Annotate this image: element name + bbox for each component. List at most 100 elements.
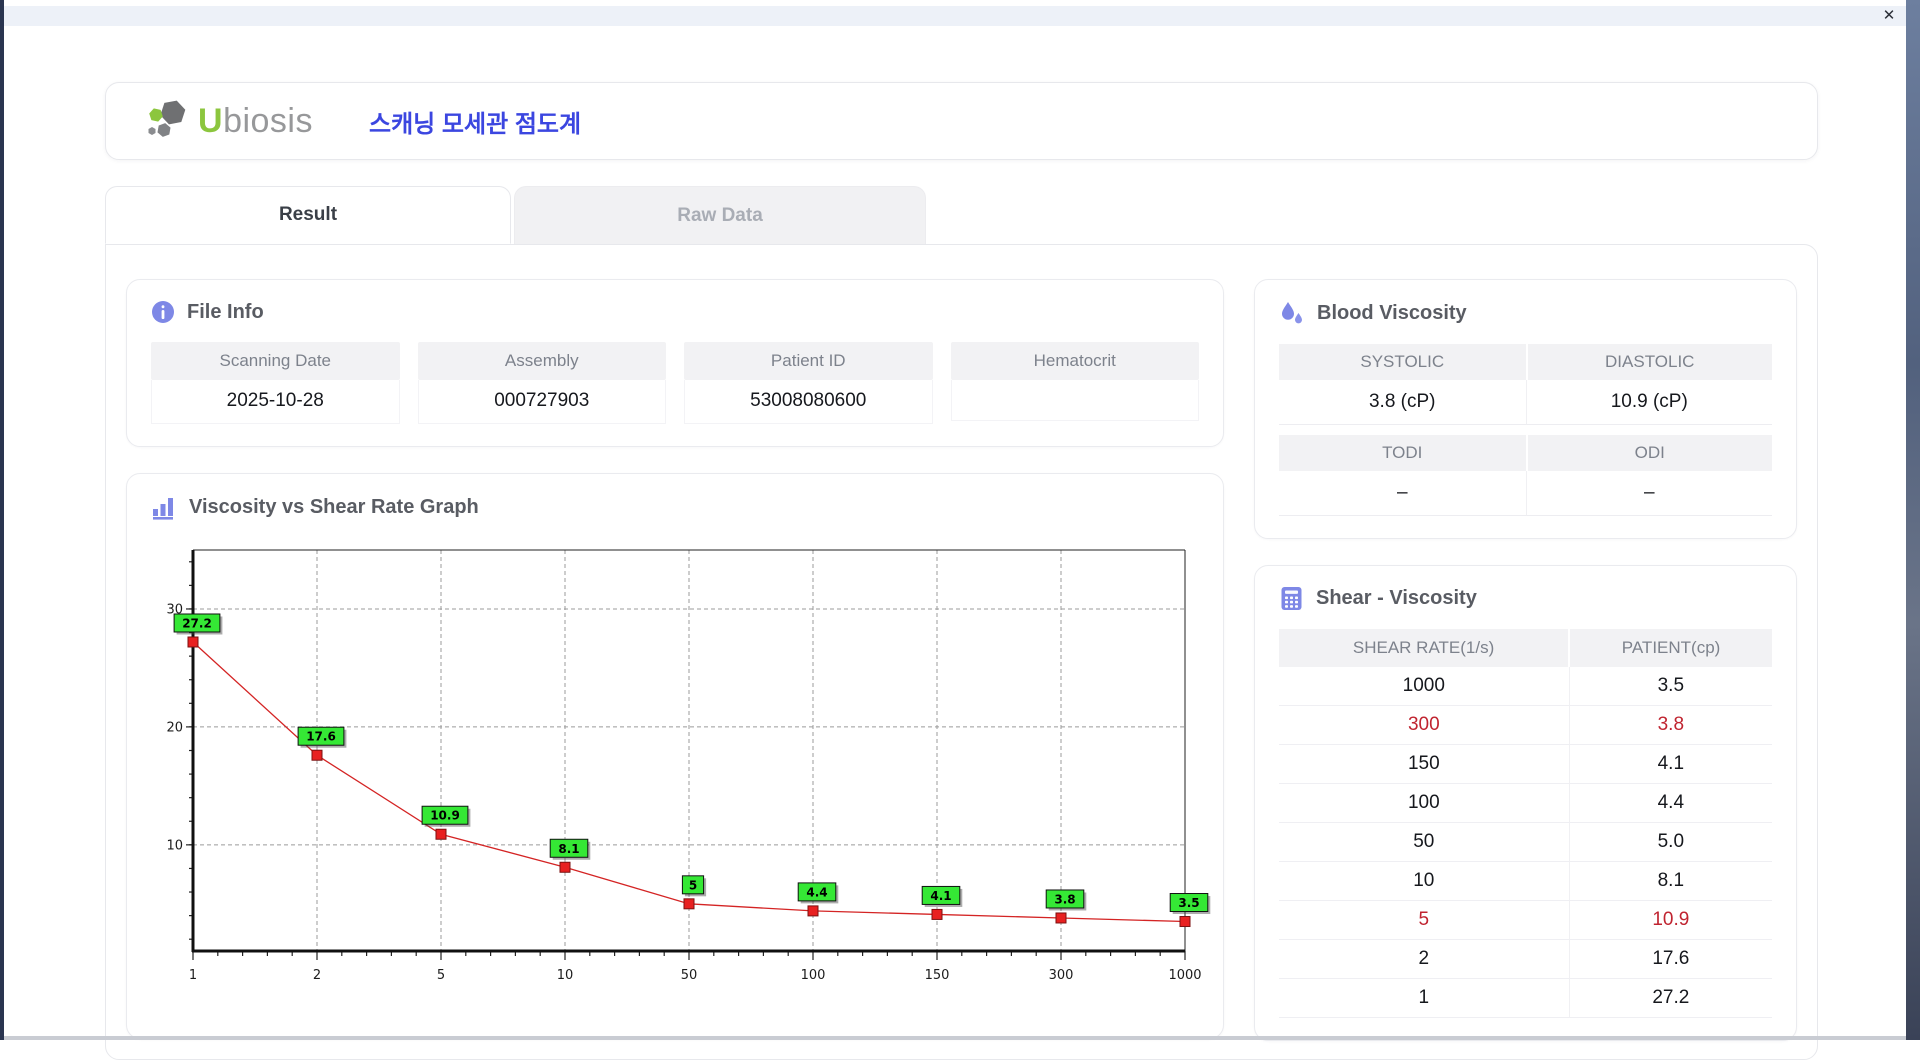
- ubiosis-logo: Ubiosis: [146, 97, 313, 146]
- window-titlebar: ✕: [4, 6, 1906, 26]
- shear-viscosity-table: SHEAR RATE(1/s) PATIENT(cp) 10003.53003.…: [1279, 629, 1772, 1018]
- right-column: Blood Viscosity SYSTOLIC DIASTOLIC 3.8 (…: [1254, 279, 1797, 1041]
- app-title: 스캐닝 모세관 점도계: [369, 104, 581, 139]
- shear-table-body: 10003.53003.81504.11004.4505.0108.1510.9…: [1279, 667, 1772, 1018]
- diastolic-value: 10.9 (cP): [1526, 380, 1773, 425]
- left-column: File Info Scanning Date2025-10-28 Assembl…: [126, 279, 1224, 1039]
- svg-text:17.6: 17.6: [306, 730, 336, 744]
- shear-table-row: 127.2: [1279, 979, 1772, 1018]
- field-label: Assembly: [418, 342, 667, 380]
- svg-text:1000: 1000: [1168, 968, 1201, 983]
- blood-viscosity-panel: Blood Viscosity SYSTOLIC DIASTOLIC 3.8 (…: [1254, 279, 1797, 539]
- shear-viscosity-panel: Shear - Viscosity SHEAR RATE(1/s) PATIEN…: [1254, 565, 1797, 1041]
- tab-bar: Result Raw Data: [105, 186, 1818, 244]
- blood-viscosity-grid: SYSTOLIC DIASTOLIC 3.8 (cP) 10.9 (cP) TO…: [1279, 344, 1772, 516]
- field-label: Hematocrit: [951, 342, 1200, 380]
- shear-rate-cell: 2: [1279, 940, 1569, 979]
- tab-raw-data[interactable]: Raw Data: [514, 186, 926, 244]
- info-icon: [151, 300, 175, 324]
- result-content: File Info Scanning Date2025-10-28 Assembl…: [105, 244, 1818, 1060]
- header-card: Ubiosis 스캐닝 모세관 점도계: [105, 82, 1818, 160]
- file-info-field: Scanning Date2025-10-28: [151, 342, 400, 424]
- window-border-bottom: [4, 1036, 1906, 1040]
- file-info-title: File Info: [187, 301, 264, 324]
- patient-cp-cell: 17.6: [1569, 940, 1772, 979]
- svg-text:10: 10: [557, 968, 574, 983]
- graph-panel: Viscosity vs Shear Rate Graph 1020301251…: [126, 473, 1224, 1039]
- field-label: Patient ID: [684, 342, 933, 380]
- file-info-field: Patient ID53008080600: [684, 342, 933, 424]
- logo-text-u: U: [198, 102, 223, 140]
- hexagon-logo-icon: [146, 97, 190, 146]
- patient-cp-cell: 4.1: [1569, 745, 1772, 784]
- desktop-background-strip: [1906, 0, 1920, 1040]
- shear-rate-cell: 10: [1279, 862, 1569, 901]
- todi-value: –: [1279, 471, 1526, 516]
- svg-text:3.8: 3.8: [1054, 892, 1075, 906]
- chart-area: 1020301251050100150300100027.217.610.98.…: [151, 538, 1199, 1016]
- patient-cp-cell: 5.0: [1569, 823, 1772, 862]
- systolic-label: SYSTOLIC: [1279, 344, 1526, 380]
- diastolic-label: DIASTOLIC: [1526, 344, 1773, 380]
- col-patient: PATIENT(cp): [1569, 629, 1772, 667]
- shear-table-row: 1004.4: [1279, 784, 1772, 823]
- shear-rate-cell: 100: [1279, 784, 1569, 823]
- shear-table-row: 217.6: [1279, 940, 1772, 979]
- svg-text:3.5: 3.5: [1178, 896, 1199, 910]
- svg-text:300: 300: [1049, 968, 1074, 983]
- svg-text:4.1: 4.1: [930, 889, 951, 903]
- blood-viscosity-title: Blood Viscosity: [1317, 302, 1467, 325]
- field-value: 2025-10-28: [151, 380, 400, 424]
- patient-cp-cell: 3.5: [1569, 667, 1772, 706]
- shear-viscosity-heading: Shear - Viscosity: [1279, 586, 1772, 611]
- svg-text:20: 20: [166, 720, 183, 735]
- shear-viscosity-title: Shear - Viscosity: [1316, 587, 1477, 610]
- close-icon[interactable]: ✕: [1880, 7, 1898, 25]
- logo-text-rest: biosis: [223, 102, 313, 140]
- calculator-icon: [1279, 586, 1304, 611]
- svg-text:100: 100: [801, 968, 826, 983]
- blood-viscosity-row-gap: [1279, 425, 1772, 435]
- file-info-heading: File Info: [151, 300, 1199, 324]
- blood-viscosity-heading: Blood Viscosity: [1279, 300, 1772, 326]
- shear-rate-cell: 5: [1279, 901, 1569, 940]
- graph-title: Viscosity vs Shear Rate Graph: [189, 496, 479, 519]
- svg-text:1: 1: [189, 968, 197, 983]
- patient-cp-cell: 3.8: [1569, 706, 1772, 745]
- file-info-fields: Scanning Date2025-10-28 Assembly000727903…: [151, 342, 1199, 424]
- field-value: 53008080600: [684, 380, 933, 424]
- svg-text:27.2: 27.2: [182, 616, 212, 630]
- shear-table-row: 108.1: [1279, 862, 1772, 901]
- odi-value: –: [1526, 471, 1773, 516]
- bar-chart-icon: [151, 494, 177, 520]
- todi-label: TODI: [1279, 435, 1526, 471]
- logo-text: Ubiosis: [198, 102, 313, 141]
- shear-table-row: 510.9: [1279, 901, 1772, 940]
- svg-text:2: 2: [313, 968, 321, 983]
- svg-text:10: 10: [166, 838, 183, 853]
- svg-text:5: 5: [689, 878, 697, 892]
- svg-text:8.1: 8.1: [558, 842, 579, 856]
- svg-text:5: 5: [437, 968, 445, 983]
- field-label: Scanning Date: [151, 342, 400, 380]
- shear-rate-cell: 50: [1279, 823, 1569, 862]
- svg-text:150: 150: [925, 968, 950, 983]
- patient-cp-cell: 10.9: [1569, 901, 1772, 940]
- patient-cp-cell: 8.1: [1569, 862, 1772, 901]
- app-page: Ubiosis 스캐닝 모세관 점도계 Result Raw Data: [105, 82, 1818, 1060]
- shear-table-row: 505.0: [1279, 823, 1772, 862]
- systolic-value: 3.8 (cP): [1279, 380, 1526, 425]
- shear-table-row: 1504.1: [1279, 745, 1772, 784]
- graph-heading: Viscosity vs Shear Rate Graph: [151, 494, 1199, 520]
- svg-text:50: 50: [681, 968, 698, 983]
- viscosity-chart: 1020301251050100150300100027.217.610.98.…: [151, 538, 1199, 1016]
- field-value: [951, 380, 1200, 421]
- field-value: 000727903: [418, 380, 667, 424]
- shear-rate-cell: 1: [1279, 979, 1569, 1018]
- tab-result[interactable]: Result: [105, 186, 511, 244]
- shear-table-row: 10003.5: [1279, 667, 1772, 706]
- blood-drops-icon: [1279, 300, 1305, 326]
- svg-text:10.9: 10.9: [430, 809, 460, 823]
- file-info-panel: File Info Scanning Date2025-10-28 Assembl…: [126, 279, 1224, 447]
- col-shear-rate: SHEAR RATE(1/s): [1279, 629, 1569, 667]
